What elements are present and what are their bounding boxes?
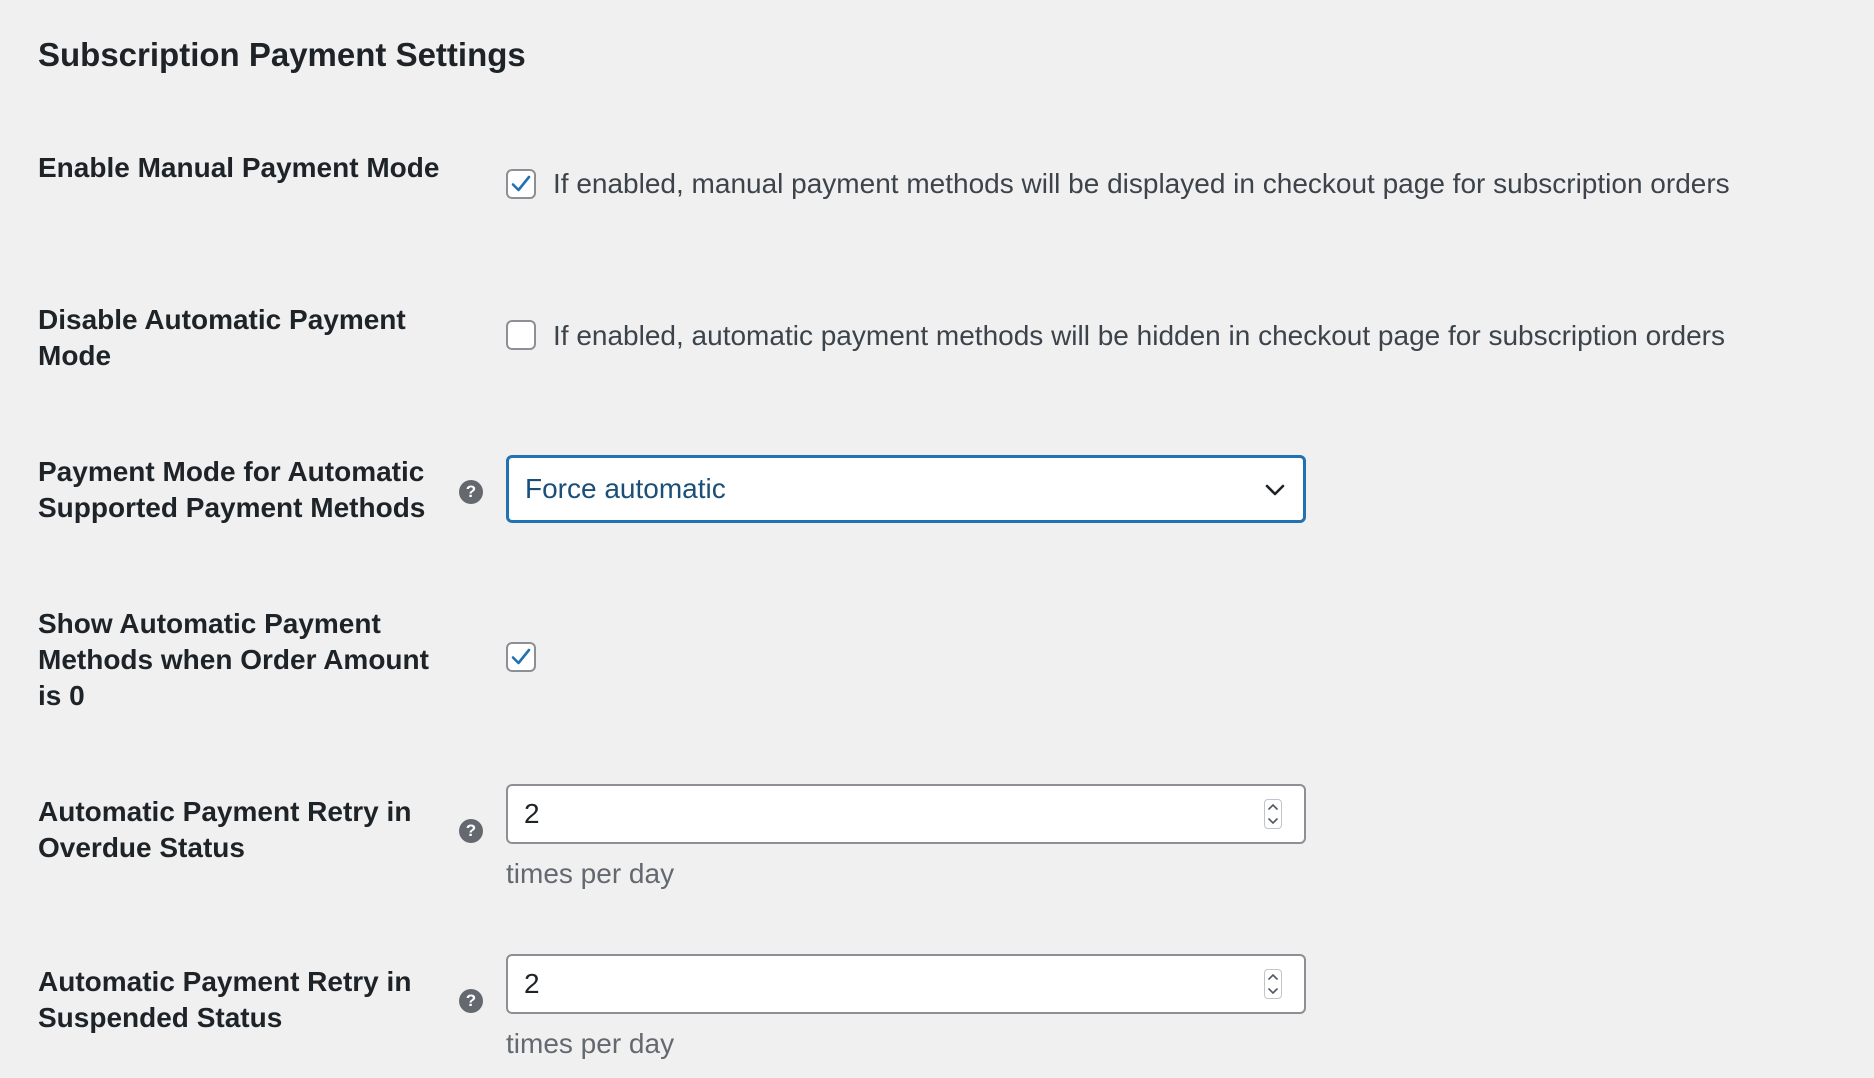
number-spinner[interactable] xyxy=(1264,969,1282,999)
retry-overdue-number-input[interactable]: 2 xyxy=(506,784,1306,844)
chevron-up-icon[interactable] xyxy=(1267,971,1279,983)
setting-label: Enable Manual Payment Mode xyxy=(38,152,440,183)
checkmark-icon xyxy=(511,175,531,192)
input-value: 2 xyxy=(524,968,540,999)
page-title: Subscription Payment Settings xyxy=(38,36,526,73)
chevron-down-icon xyxy=(1265,484,1285,496)
question-circle-icon[interactable]: ? xyxy=(459,989,483,1013)
setting-label: Payment Mode for Automatic Supported Pay… xyxy=(38,456,426,523)
input-hint: times per day xyxy=(506,858,675,889)
chevron-up-icon[interactable] xyxy=(1267,801,1279,813)
input-hint: times per day xyxy=(506,1028,675,1059)
question-circle-icon[interactable]: ? xyxy=(459,480,483,504)
disable-automatic-payment-checkbox[interactable] xyxy=(506,320,536,350)
number-spinner[interactable] xyxy=(1264,799,1282,829)
retry-suspended-number-input[interactable]: 2 xyxy=(506,954,1306,1014)
settings-page: Subscription Payment Settings Enable Man… xyxy=(0,0,1874,1078)
enable-manual-payment-checkbox[interactable] xyxy=(506,169,536,199)
setting-label: Disable Automatic Payment Mode xyxy=(38,304,406,371)
setting-label: Automatic Payment Retry in Overdue Statu… xyxy=(38,796,412,863)
setting-description: If enabled, automatic payment methods wi… xyxy=(553,320,1726,351)
chevron-down-icon[interactable] xyxy=(1267,815,1279,827)
question-circle-icon[interactable]: ? xyxy=(459,819,483,843)
select-value: Force automatic xyxy=(525,473,726,504)
show-automatic-zero-checkbox[interactable] xyxy=(506,642,536,672)
input-value: 2 xyxy=(524,798,540,829)
setting-description: If enabled, manual payment methods will … xyxy=(553,168,1730,199)
chevron-down-icon[interactable] xyxy=(1267,985,1279,997)
setting-label: Show Automatic Payment Methods when Orde… xyxy=(38,608,429,711)
payment-mode-select[interactable]: Force automatic xyxy=(506,455,1306,523)
checkmark-icon xyxy=(511,648,531,665)
setting-label: Automatic Payment Retry in Suspended Sta… xyxy=(38,966,412,1033)
